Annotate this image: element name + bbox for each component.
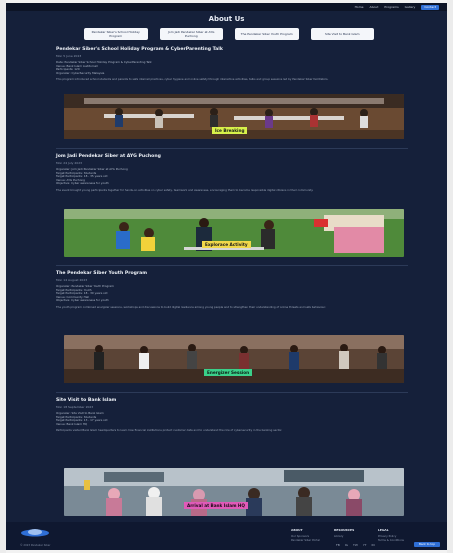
section-title: Pendekar Siber's School Holiday Program …	[56, 47, 223, 52]
facebook-icon[interactable]: FB	[336, 543, 340, 547]
section-date: Mon 24 July 2023	[56, 161, 83, 165]
section-date: Mon 18 September 2023	[56, 405, 94, 409]
footer-heading: LEGAL	[378, 528, 389, 532]
photo-caption: Arrival at Bank Islam HQ	[184, 502, 248, 509]
section-divider	[56, 392, 408, 393]
section-title: Site Visit to Bank Islam	[56, 398, 117, 403]
footer-heading: ABOUT	[291, 528, 303, 532]
footer-col-about: ABOUT Our Sponsors Pendekar Siber Portal	[291, 528, 320, 542]
twitter-icon[interactable]: TW	[353, 543, 358, 547]
section-youth-program: The Pendekar Siber Youth Program Mon 14 …	[56, 271, 408, 327]
linkedin-icon[interactable]: IN	[372, 543, 375, 547]
youtube-icon[interactable]: YT	[363, 543, 367, 547]
footer-link[interactable]: Library	[334, 534, 354, 538]
section-divider	[56, 265, 408, 266]
meta-line: Organizer: CyberSecurity Malaysia	[56, 70, 105, 75]
section-meta: Organizer: Site Visit to Bank Islam Targ…	[56, 411, 408, 426]
tab-youth-program[interactable]: The Pendekar Siber Youth Program	[235, 28, 299, 40]
back-to-top-button[interactable]: Back to top	[414, 542, 440, 547]
footer-link[interactable]: Terms & Conditions	[378, 538, 404, 542]
section-school-holiday: Pendekar Siber's School Holiday Program …	[56, 47, 408, 92]
photo-caption: Energizer Session	[204, 369, 253, 376]
footer-link[interactable]: Pendekar Siber Portal	[291, 538, 320, 542]
section-paragraph: The youth program combined energizer ses…	[56, 305, 326, 309]
footer-col-legal: LEGAL Privacy Policy Terms & Conditions	[378, 528, 404, 542]
section-date: Mon 5 June 2023	[56, 54, 82, 58]
instagram-icon[interactable]: IG	[345, 543, 348, 547]
footer-heading: RESOURCES	[334, 528, 355, 532]
meta-line: Venue: Bank Islam HQ	[56, 421, 88, 426]
tab-ayg-puchong[interactable]: Jom Jadi Pendekar Siber at AYG Puchong	[159, 28, 223, 40]
section-photo-energizer: Energizer Session	[64, 335, 404, 383]
photo-caption: Explorace Activity	[202, 241, 251, 248]
nav-link-home[interactable]: Home	[355, 5, 364, 9]
section-paragraph: This program introduced school students …	[56, 78, 329, 82]
section-photo-bank-islam: Arrival at Bank Islam HQ	[64, 468, 404, 516]
section-meta: Organizer: Jom Jadi Pendekar Siber at AY…	[56, 167, 408, 186]
nav-link-programs[interactable]: Programs	[384, 5, 398, 9]
tab-bank-islam[interactable]: Site Visit to Bank Islam	[310, 28, 374, 40]
section-date: Mon 14 August 2023	[56, 278, 88, 282]
page-title: About Us	[208, 15, 245, 23]
section-meta: Organizer: Pendekar Siber Youth Program …	[56, 284, 408, 303]
section-ayg-puchong: Jom Jadi Pendekar Siber at AYG Puchong M…	[56, 154, 408, 203]
footer-socials: FB IG TW YT IN	[336, 543, 375, 547]
meta-line: Objective: Cyber awareness for youth	[56, 181, 109, 186]
section-meta: Date: Pendekar Siber School Holiday Prog…	[56, 60, 408, 75]
section-paragraph: Participants visited Bank Islam headquar…	[56, 429, 283, 433]
footer-col-resources: RESOURCES Library	[334, 528, 354, 538]
nav-link-gallery[interactable]: Gallery	[405, 5, 416, 9]
page-frame: Home About Programs Gallery Contact Abou…	[6, 3, 447, 550]
section-bank-islam: Site Visit to Bank Islam Mon 18 Septembe…	[56, 398, 408, 454]
section-divider	[56, 148, 408, 149]
section-title: Jom Jadi Pendekar Siber at AYG Puchong	[56, 154, 161, 159]
section-photo-explorace: Explorace Activity	[64, 209, 404, 257]
section-paragraph: The event brought young participants tog…	[56, 188, 314, 192]
section-photo-ice-breaking: Ice Breaking	[64, 94, 404, 139]
nav-link-about[interactable]: About	[370, 5, 379, 9]
tab-school-holiday[interactable]: Pendekar Siber's School Holiday Program	[84, 28, 148, 40]
site-footer: ABOUT Our Sponsors Pendekar Siber Portal…	[6, 522, 447, 550]
meta-line: Objective: Cyber awareness for youth	[56, 298, 109, 303]
photo-caption: Ice Breaking	[212, 127, 248, 134]
section-tabs: Pendekar Siber's School Holiday Program …	[84, 28, 374, 41]
nav-contact-button[interactable]: Contact	[421, 4, 439, 10]
footer-logo[interactable]	[20, 528, 50, 537]
screen-margin-right	[447, 0, 453, 553]
section-title: The Pendekar Siber Youth Program	[56, 271, 148, 276]
top-nav: Home About Programs Gallery Contact	[6, 3, 447, 11]
footer-copyright: © 2023 Pendekar Siber	[20, 544, 51, 547]
